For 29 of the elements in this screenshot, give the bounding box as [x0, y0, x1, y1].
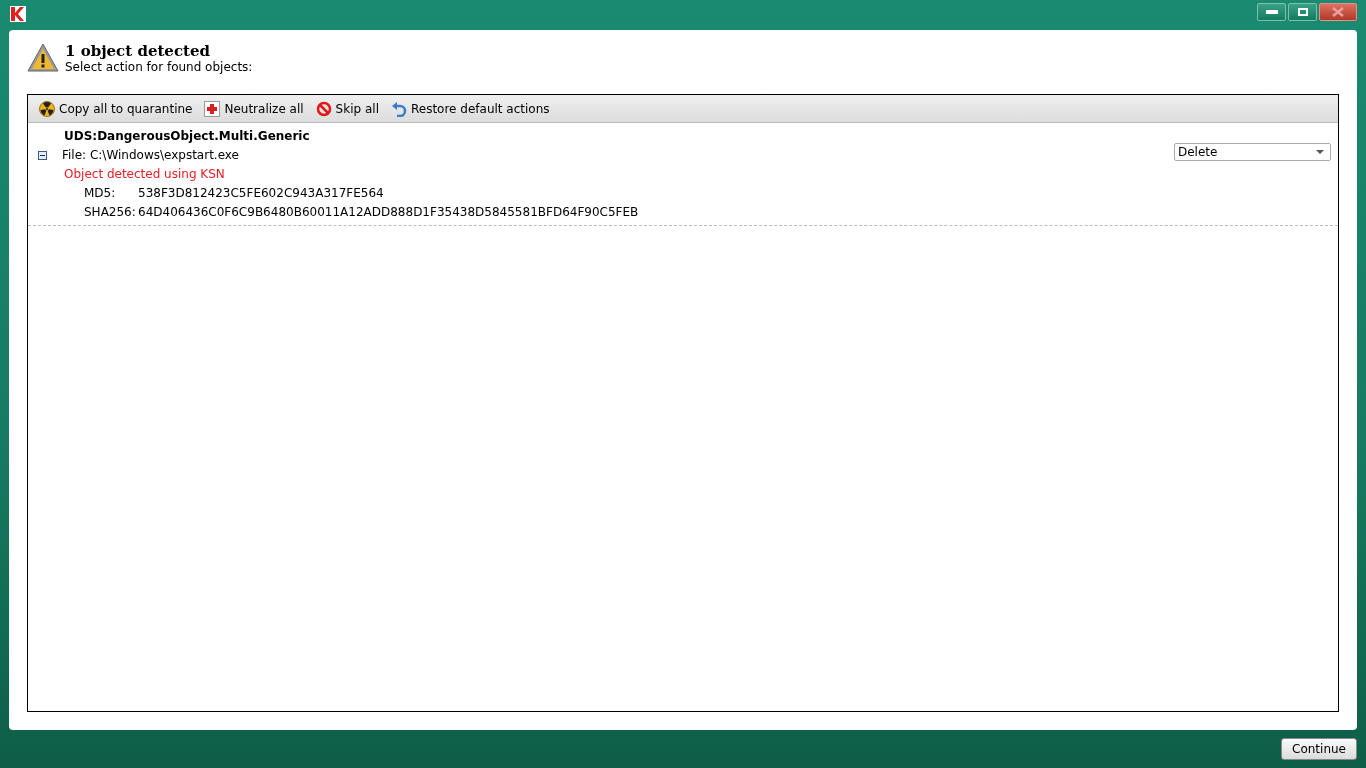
toolbar-button[interactable]: Neutralize all [201, 100, 307, 117]
detection-title: 1 object detected [65, 42, 211, 60]
hash-value: 64D406436C0F6C9B6480B60011A12ADD888D1F35438D5845581BFD64F90C5FEB [138, 205, 639, 219]
continue-button[interactable]: Continue [1281, 738, 1357, 760]
minimize-button[interactable] [1257, 3, 1286, 21]
prohibited-icon [315, 100, 332, 117]
toolbar-button[interactable]: Restore default actions [387, 100, 553, 117]
toolbar-button[interactable]: Copy all to quarantine [36, 100, 196, 117]
file-path: File: C:\Windows\expstart.exe [61, 148, 240, 162]
close-icon [1332, 7, 1344, 17]
close-button[interactable] [1319, 3, 1357, 21]
collapse-toggle[interactable] [38, 150, 47, 160]
toolbar-button[interactable]: Skip all [312, 100, 382, 117]
threat-name: UDS:DangerousObject.Multi.Generic [63, 129, 311, 143]
detection-subtitle: Select action for found objects: [65, 60, 253, 74]
plus-cross-icon [204, 100, 221, 117]
action-dropdown[interactable]: Delete [1174, 143, 1331, 161]
ksn-notice: Object detected using KSN [63, 167, 226, 181]
maximize-icon [1297, 8, 1308, 16]
app-logo-icon [10, 6, 26, 22]
hash-label: SHA256: [84, 205, 137, 219]
warning-icon [27, 42, 59, 74]
radiation-icon [39, 100, 55, 117]
maximize-button[interactable] [1288, 3, 1317, 21]
minimize-icon [1265, 10, 1278, 14]
dropdown-caret-icon [1316, 150, 1324, 154]
hash-value: 538F3D812423C5FE602C943A317FE564 [138, 186, 384, 200]
hash-label: MD5: [84, 186, 117, 200]
undo-arrow-icon [390, 100, 407, 117]
